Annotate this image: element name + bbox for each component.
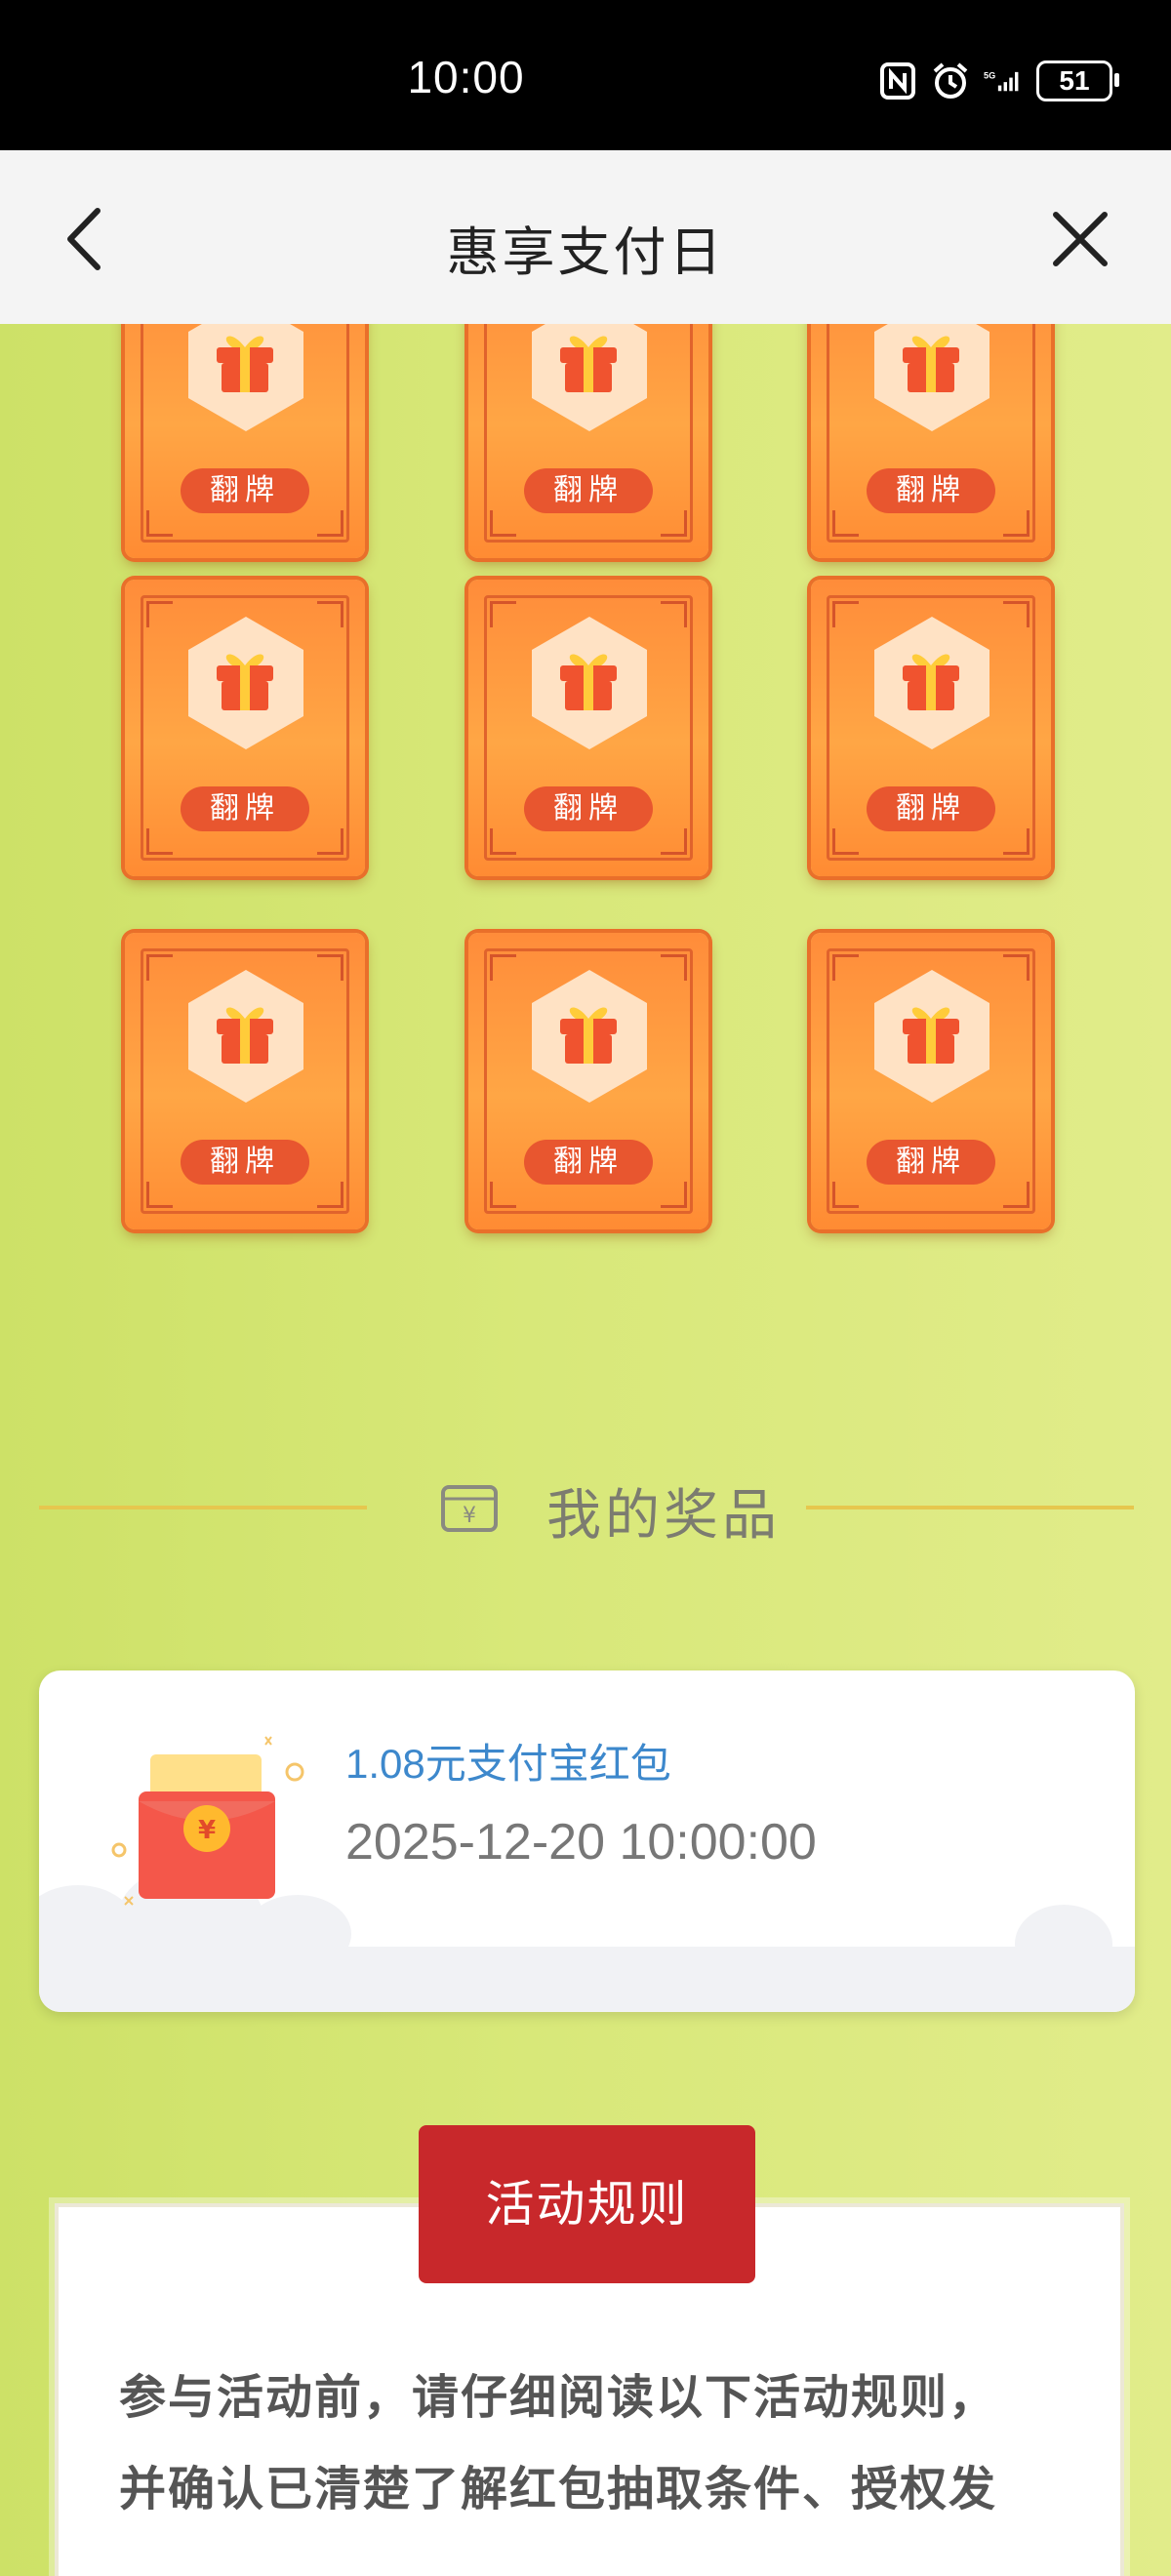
status-icons: 5G 51 — [878, 60, 1119, 101]
corner-ornament — [317, 601, 343, 627]
prize-name: 1.08元支付宝红包 — [345, 1741, 671, 1787]
flip-button[interactable]: 翻牌 — [181, 786, 309, 831]
flip-card[interactable]: 翻牌 — [811, 933, 1051, 1229]
gift-icon — [897, 642, 965, 714]
svg-text:5G: 5G — [984, 71, 995, 81]
close-icon[interactable] — [1048, 207, 1112, 271]
corner-ornament — [1003, 828, 1030, 855]
flip-button[interactable]: 翻牌 — [181, 468, 309, 513]
corner-ornament — [146, 828, 173, 855]
flip-card[interactable]: 翻牌 — [468, 580, 708, 876]
flip-button[interactable]: 翻牌 — [867, 468, 995, 513]
corner-ornament — [661, 510, 687, 537]
rules-line: 参与活动前，请仔细阅读以下活动规则， — [119, 2370, 998, 2425]
nav-bar: 惠享支付日 — [0, 150, 1171, 325]
gift-icon — [211, 324, 279, 396]
rules-text: 参与活动前，请仔细阅读以下活动规则， 并确认已清楚了解红包抽取条件、授权发 — [119, 2352, 1075, 2535]
gift-icon — [897, 995, 965, 1067]
corner-ornament — [1003, 954, 1030, 981]
corner-ornament — [490, 510, 516, 537]
content-area: 翻牌 翻牌 翻牌 翻牌 翻牌 翻牌 翻牌 翻牌 翻牌 ¥ 我的奖品 ¥ 1.08元支付宝红包 — [0, 324, 1171, 2576]
rules-button[interactable]: 活动规则 — [419, 2125, 755, 2283]
corner-ornament — [146, 510, 173, 537]
gift-icon — [554, 324, 623, 396]
corner-ornament — [146, 1182, 173, 1208]
gift-icon — [897, 324, 965, 396]
corner-ornament — [1003, 601, 1030, 627]
prize-time: 2025-12-20 10:00:00 — [345, 1814, 817, 1871]
flip-card[interactable]: 翻牌 — [125, 933, 365, 1229]
corner-ornament — [832, 510, 859, 537]
corner-ornament — [832, 828, 859, 855]
corner-ornament — [490, 601, 516, 627]
flip-button[interactable]: 翻牌 — [524, 1140, 653, 1185]
gift-icon — [554, 642, 623, 714]
gift-icon — [554, 995, 623, 1067]
corner-ornament — [1003, 1182, 1030, 1208]
signal-5g-icon: 5G — [984, 61, 1023, 101]
battery-level: 51 — [1059, 65, 1090, 96]
battery-icon: 51 — [1036, 60, 1119, 101]
prize-card[interactable]: ¥ 1.08元支付宝红包 2025-12-20 10:00:00 — [39, 1670, 1135, 2012]
corner-ornament — [661, 828, 687, 855]
flip-button[interactable]: 翻牌 — [867, 1140, 995, 1185]
corner-ornament — [490, 828, 516, 855]
flip-card[interactable]: 翻牌 — [811, 580, 1051, 876]
corner-ornament — [832, 1182, 859, 1208]
corner-ornament — [146, 954, 173, 981]
corner-ornament — [661, 1182, 687, 1208]
flip-button[interactable]: 翻牌 — [524, 786, 653, 831]
rules-line: 并确认已清楚了解红包抽取条件、授权发 — [119, 2462, 998, 2516]
corner-ornament — [832, 601, 859, 627]
flip-card[interactable]: 翻牌 — [468, 933, 708, 1229]
flip-card[interactable]: 翻牌 — [811, 324, 1051, 558]
corner-ornament — [832, 954, 859, 981]
flip-card[interactable]: 翻牌 — [468, 324, 708, 558]
gift-icon — [211, 642, 279, 714]
flip-button[interactable]: 翻牌 — [524, 468, 653, 513]
status-bar: 10:00 5G 51 — [0, 0, 1171, 150]
red-envelope-icon: ¥ — [109, 1733, 334, 1928]
flip-button[interactable]: 翻牌 — [181, 1140, 309, 1185]
gift-icon — [211, 995, 279, 1067]
corner-ornament — [661, 954, 687, 981]
flip-button[interactable]: 翻牌 — [867, 786, 995, 831]
corner-ornament — [317, 828, 343, 855]
corner-ornament — [490, 1182, 516, 1208]
cloud-decoration — [1015, 1905, 1112, 1983]
prize-section-title: 我的奖品 — [546, 1484, 781, 1548]
corner-ornament — [317, 954, 343, 981]
page-title: 惠享支付日 — [446, 221, 725, 283]
corner-ornament — [490, 954, 516, 981]
status-time: 10:00 — [407, 52, 525, 102]
corner-ornament — [146, 601, 173, 627]
flip-card[interactable]: 翻牌 — [125, 580, 365, 876]
nfc-icon — [878, 61, 917, 101]
alarm-icon — [931, 61, 970, 101]
corner-ornament — [317, 510, 343, 537]
corner-ornament — [1003, 510, 1030, 537]
corner-ornament — [317, 1182, 343, 1208]
corner-ornament — [661, 601, 687, 627]
flip-card[interactable]: 翻牌 — [125, 324, 365, 558]
svg-text:¥: ¥ — [198, 1816, 216, 1845]
